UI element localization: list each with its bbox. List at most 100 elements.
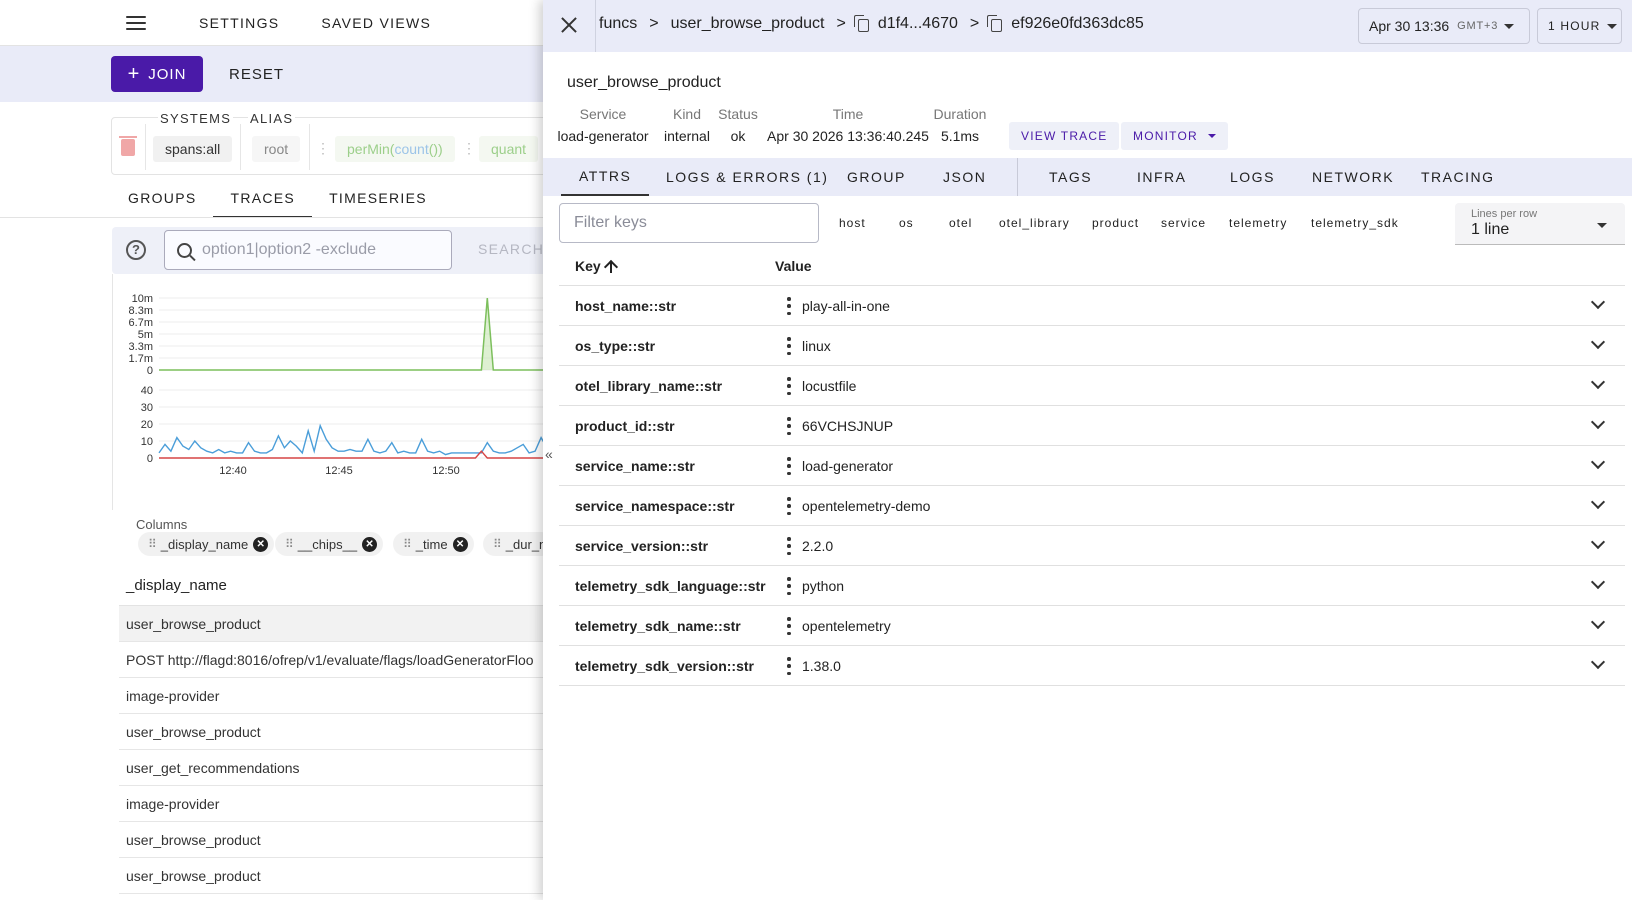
tab-logs-errors[interactable]: LOGS & ERRORS (1)	[666, 158, 828, 196]
copy-icon[interactable]	[987, 14, 1003, 32]
systems-select[interactable]: spans:all	[153, 136, 233, 162]
attribute-row[interactable]: os_type::str linux	[559, 326, 1625, 366]
more-vert-icon[interactable]	[787, 657, 791, 675]
view-trace-button[interactable]: VIEW TRACE	[1009, 122, 1120, 150]
more-vert-icon[interactable]	[787, 497, 791, 515]
tab-logs[interactable]: LOGS	[1230, 158, 1275, 196]
more-vert-icon[interactable]	[787, 457, 791, 475]
tab-traces[interactable]: TRACES	[213, 182, 313, 218]
saved-views-link[interactable]: SAVED VIEWS	[321, 15, 431, 31]
chevron-down-icon[interactable]	[1590, 494, 1606, 510]
table-row[interactable]: image-provider	[119, 786, 545, 822]
chevron-down-icon[interactable]	[1590, 574, 1606, 590]
table-row[interactable]: POST http://flagd:8016/ofrep/v1/evaluate…	[119, 642, 545, 678]
chevron-down-icon[interactable]	[1590, 654, 1606, 670]
breadcrumb-root[interactable]: funcs	[599, 15, 637, 33]
chevron-down-icon[interactable]	[1590, 414, 1606, 430]
copy-icon[interactable]	[853, 14, 869, 32]
tab-attrs[interactable]: ATTRS	[561, 158, 650, 196]
remove-icon[interactable]: ✕	[253, 536, 269, 552]
table-row[interactable]: user_browse_product	[119, 822, 545, 858]
settings-link[interactable]: SETTINGS	[199, 15, 279, 31]
remove-icon[interactable]: ✕	[452, 536, 468, 552]
alias-input[interactable]: root	[252, 136, 301, 162]
column-chip[interactable]: ⠿ __chips__ ✕	[275, 532, 384, 556]
tab-network[interactable]: NETWORK	[1312, 158, 1394, 196]
key-column-header[interactable]: Key	[575, 258, 617, 274]
table-row[interactable]: user_get_recommendations	[119, 750, 545, 786]
chevron-down-icon[interactable]	[1590, 374, 1606, 390]
more-vert-icon[interactable]	[787, 297, 791, 315]
search-button[interactable]: SEARCH	[478, 241, 544, 257]
range-select[interactable]: 1 HOUR	[1537, 8, 1622, 44]
attribute-row[interactable]: telemetry_sdk_version::str 1.38.0	[559, 646, 1625, 686]
drag-handle-icon[interactable]: ⋮⋮	[316, 140, 343, 156]
chevron-down-icon[interactable]	[1590, 614, 1606, 630]
attribute-row[interactable]: product_id::str 66VCHSJNUP	[559, 406, 1625, 446]
monitor-button[interactable]: MONITOR	[1121, 122, 1228, 150]
attribute-row[interactable]: telemetry_sdk_name::str opentelemetry	[559, 606, 1625, 646]
function-chip[interactable]: perMin(count())	[335, 136, 455, 162]
more-vert-icon[interactable]	[787, 617, 791, 635]
menu-icon[interactable]	[126, 15, 146, 30]
breadcrumb-span-name[interactable]: user_browse_product	[671, 15, 825, 33]
attribute-row[interactable]: service_version::str 2.2.0	[559, 526, 1625, 566]
chevron-down-icon[interactable]	[1590, 334, 1606, 350]
tab-tracing[interactable]: TRACING	[1421, 158, 1495, 196]
join-button[interactable]: + JOIN	[111, 56, 203, 92]
close-icon[interactable]	[558, 14, 580, 36]
key-filter-chip[interactable]: otel	[949, 216, 972, 230]
key-filter-chip[interactable]: otel_library	[999, 216, 1070, 230]
column-chip[interactable]: ⠿ _time ✕	[393, 532, 474, 556]
divider	[145, 124, 146, 170]
table-row[interactable]: user_browse_product	[119, 606, 545, 642]
attribute-row[interactable]: telemetry_sdk_language::str python	[559, 566, 1625, 606]
drag-handle-icon[interactable]: ⋮⋮	[462, 140, 489, 156]
tab-json[interactable]: JSON	[943, 158, 986, 196]
filter-keys-input[interactable]: Filter keys	[559, 203, 819, 243]
remove-icon[interactable]: ✕	[362, 536, 378, 552]
search-input[interactable]: option1|option2 -exclude	[164, 230, 452, 270]
key-filter-chip[interactable]: telemetry	[1229, 216, 1287, 230]
attribute-row[interactable]: host_name::str play-all-in-one	[559, 286, 1625, 326]
more-vert-icon[interactable]	[787, 577, 791, 595]
function-chip-partial[interactable]: quant	[479, 136, 539, 162]
breadcrumb-trace-id[interactable]: d1f4...4670	[878, 15, 958, 33]
chevron-down-icon[interactable]	[1590, 534, 1606, 550]
tab-infra[interactable]: INFRA	[1137, 158, 1187, 196]
attribute-row[interactable]: service_name::str load-generator	[559, 446, 1625, 486]
trash-icon[interactable]	[119, 136, 137, 156]
more-vert-icon[interactable]	[787, 537, 791, 555]
breadcrumb-span-id[interactable]: ef926e0fd363dc85	[1011, 15, 1144, 33]
column-chip[interactable]: ⠿ _display_name ✕	[138, 532, 275, 556]
column-chip[interactable]: ⠿ _dur_n	[483, 532, 545, 556]
key-filter-chip[interactable]: os	[899, 216, 914, 230]
key-filter-chip[interactable]: host	[839, 216, 866, 230]
attribute-key: product_id::str	[575, 418, 675, 434]
timeseries-chart: 10m 8.3m 6.7m 5m 3.3m 1.7m 0 40 30 20 10 0 12:40 12:4…	[112, 274, 545, 510]
value-column-header[interactable]: Value	[775, 258, 812, 274]
tab-timeseries[interactable]: TIMESERIES	[312, 182, 444, 218]
tab-groups[interactable]: GROUPS	[111, 182, 213, 218]
attribute-row[interactable]: service_namespace::str opentelemetry-demo	[559, 486, 1625, 526]
date-picker[interactable]: Apr 30 13:36 GMT+3	[1358, 8, 1530, 44]
lines-per-row-select[interactable]: Lines per row 1 line	[1455, 203, 1625, 245]
key-filter-chip[interactable]: service	[1161, 216, 1206, 230]
more-vert-icon[interactable]	[787, 417, 791, 435]
table-row[interactable]: user_browse_product	[119, 858, 545, 894]
chevron-down-icon[interactable]	[1590, 294, 1606, 310]
more-vert-icon[interactable]	[787, 377, 791, 395]
more-vert-icon[interactable]	[787, 337, 791, 355]
key-filter-chip[interactable]: product	[1092, 216, 1139, 230]
help-icon[interactable]: ?	[126, 240, 146, 260]
key-filter-chip[interactable]: telemetry_sdk	[1311, 216, 1399, 230]
tab-group[interactable]: GROUP	[847, 158, 906, 196]
tab-tags[interactable]: TAGS	[1049, 158, 1092, 196]
attribute-row[interactable]: otel_library_name::str locustfile	[559, 366, 1625, 406]
table-header[interactable]: _display_name	[119, 566, 545, 606]
table-row[interactable]: image-provider	[119, 678, 545, 714]
chevron-down-icon[interactable]	[1590, 454, 1606, 470]
reset-button[interactable]: RESET	[229, 66, 284, 83]
collapse-panel-icon[interactable]: «	[545, 446, 553, 462]
table-row[interactable]: user_browse_product	[119, 714, 545, 750]
